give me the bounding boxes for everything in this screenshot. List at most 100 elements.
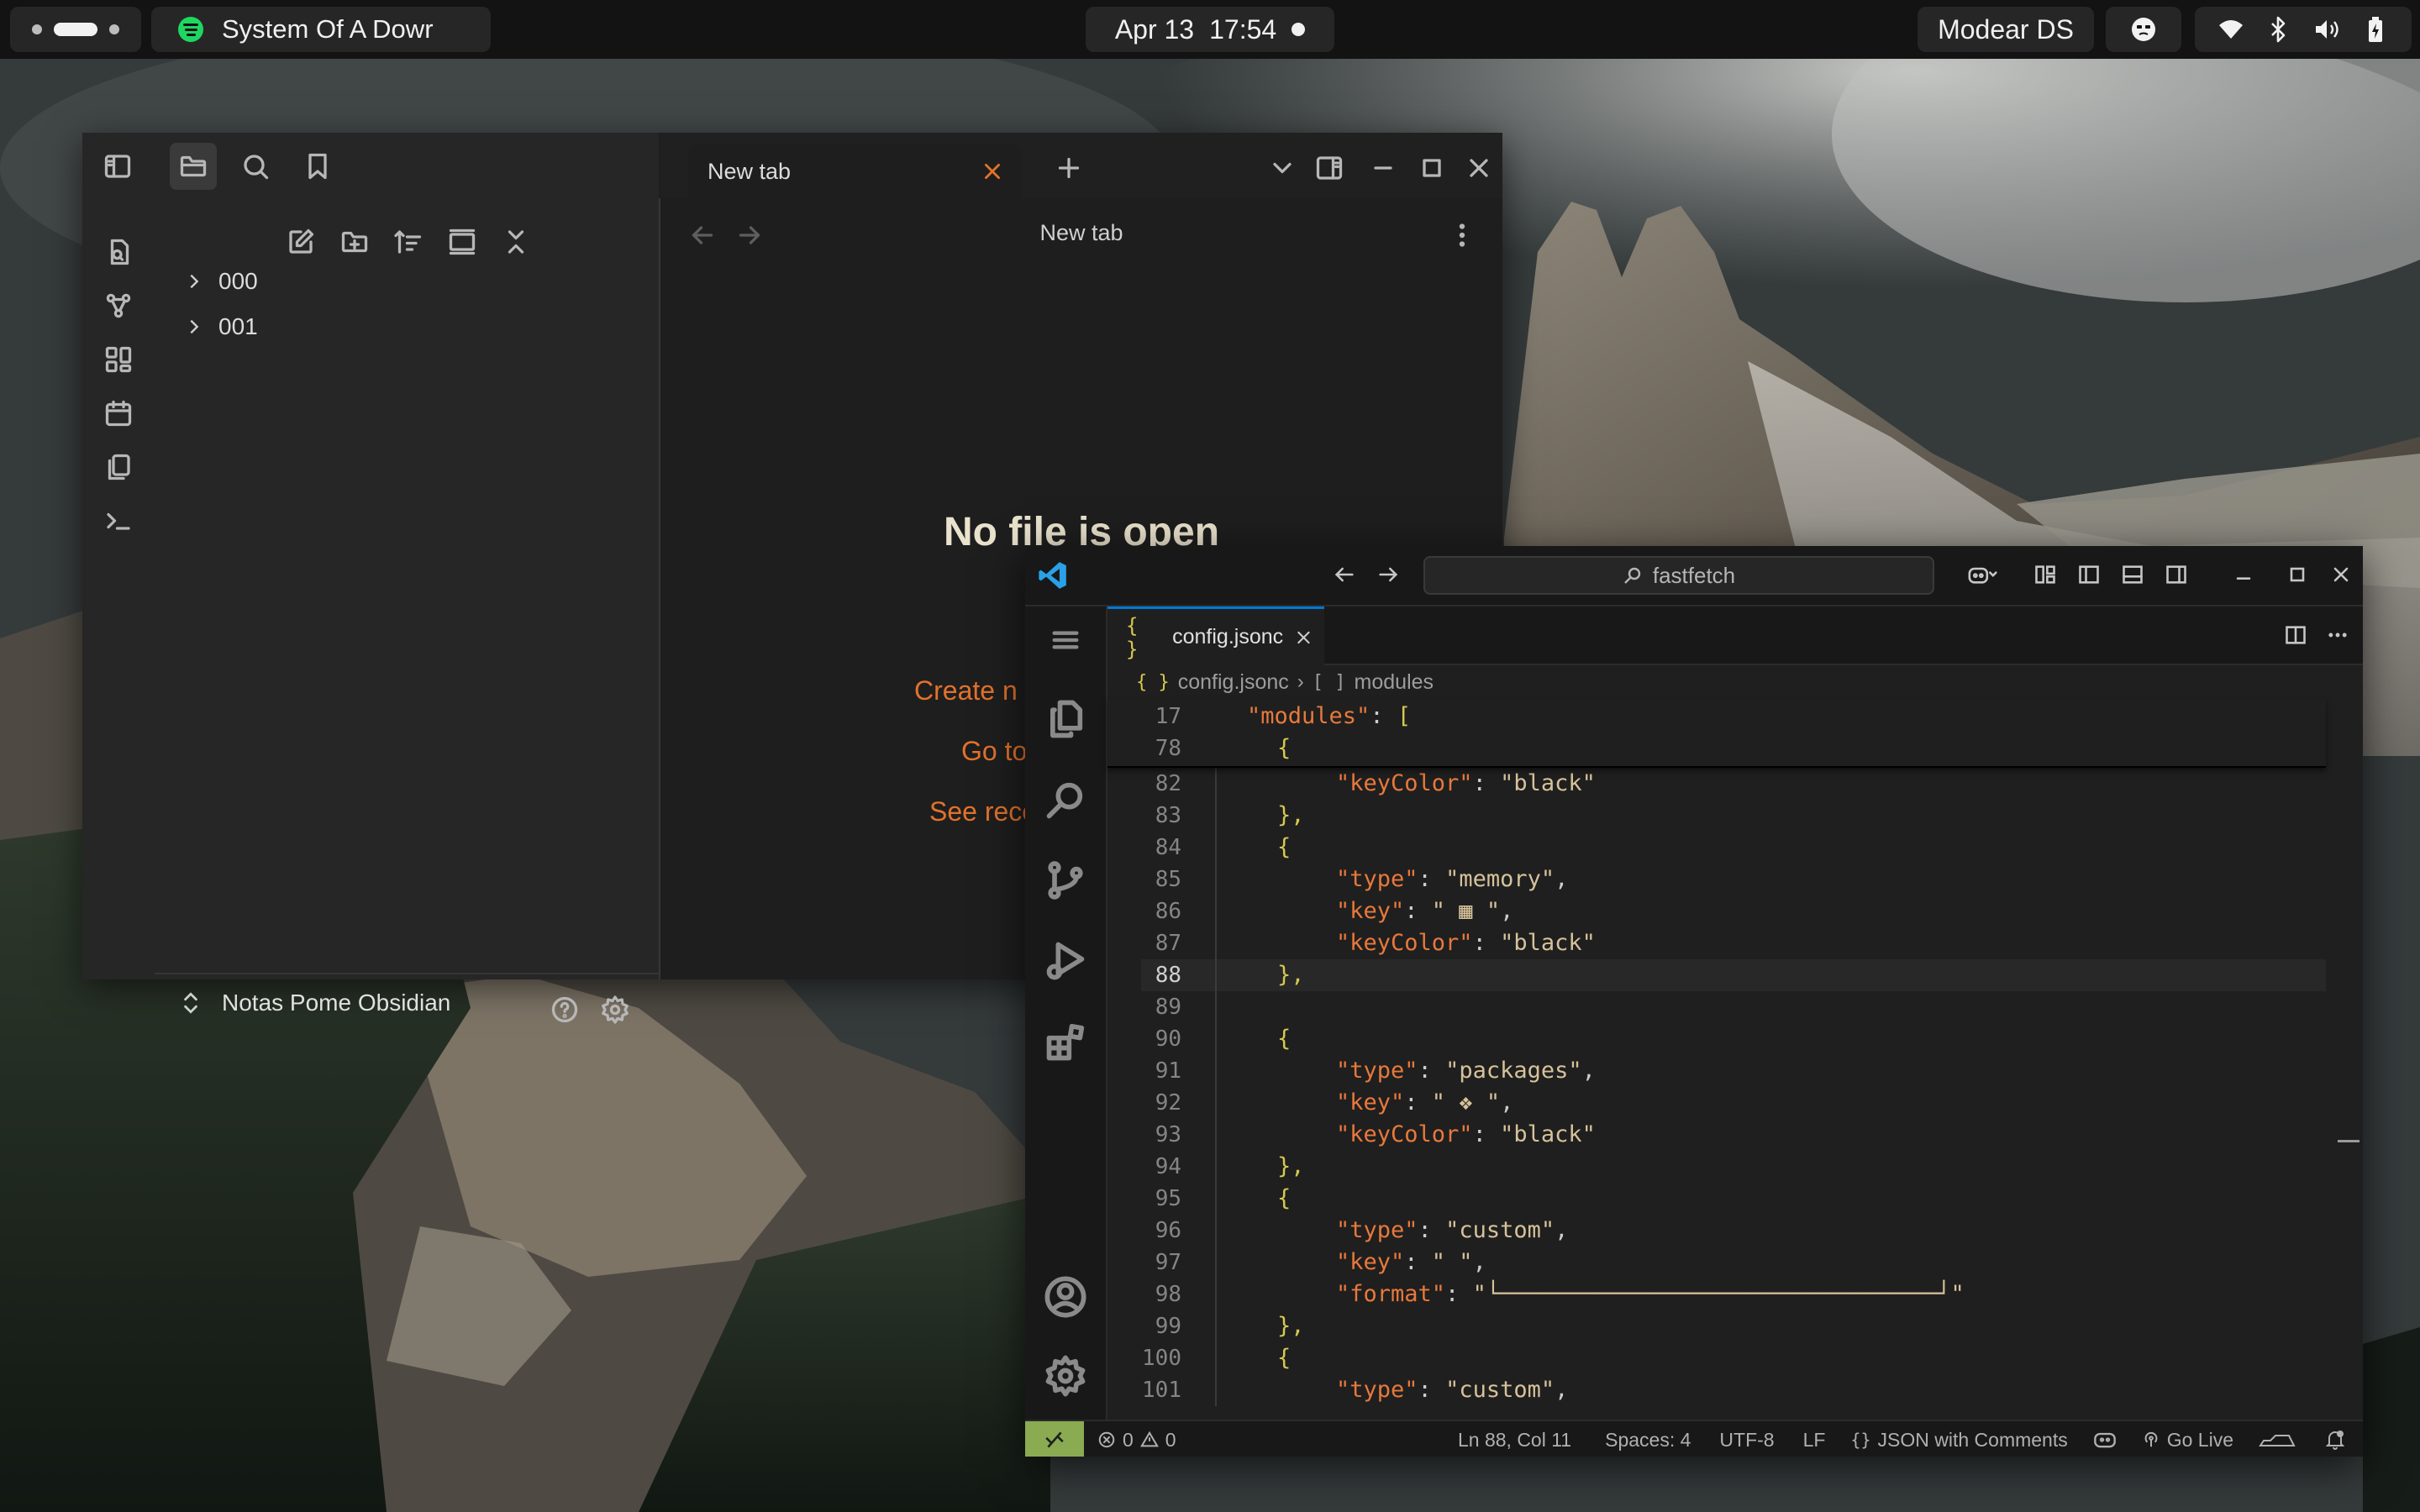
calendar-icon[interactable] bbox=[95, 390, 142, 437]
manage-gear-icon[interactable] bbox=[1040, 1351, 1091, 1401]
new-note-icon[interactable] bbox=[277, 218, 324, 265]
toggle-sidebar-icon[interactable] bbox=[94, 143, 141, 190]
canvas-icon[interactable] bbox=[95, 336, 142, 383]
new-tab-icon[interactable] bbox=[1045, 144, 1092, 192]
code-token: "type" bbox=[1336, 866, 1418, 892]
toggle-right-sidebar-icon[interactable] bbox=[1306, 144, 1353, 192]
problems-indicator[interactable]: 0 0 bbox=[1097, 1429, 1176, 1452]
remote-indicator[interactable] bbox=[1025, 1421, 1084, 1457]
go-to-file-link[interactable]: Go to bbox=[961, 736, 1027, 767]
go-live-button[interactable]: Go Live bbox=[2142, 1429, 2233, 1452]
nav-forward-icon[interactable] bbox=[1371, 558, 1405, 591]
toggle-panel-icon[interactable] bbox=[2116, 558, 2149, 591]
code-token: "custom" bbox=[1445, 1377, 1555, 1403]
mood-widget[interactable] bbox=[2106, 7, 2181, 52]
workspace-active[interactable] bbox=[54, 23, 97, 36]
code-line: 93 "keyColor": "black" bbox=[1107, 1119, 2326, 1151]
accounts-icon[interactable] bbox=[1040, 1272, 1091, 1322]
language-label: JSON with Comments bbox=[1877, 1428, 2068, 1451]
minimize-icon[interactable] bbox=[2227, 558, 2260, 591]
code-token: }, bbox=[1277, 1313, 1305, 1339]
breadcrumb-symbol[interactable]: modules bbox=[1355, 670, 1434, 695]
folder-icon[interactable] bbox=[170, 143, 217, 190]
code-text: "keyColor": "black" bbox=[1336, 1119, 1596, 1151]
folder-item[interactable]: 000 bbox=[185, 260, 258, 302]
bluetooth-icon[interactable] bbox=[2265, 15, 2293, 44]
braces-icon: {} bbox=[1850, 1430, 1871, 1450]
window-close-icon[interactable] bbox=[1455, 144, 1502, 192]
window-close-icon[interactable] bbox=[2324, 558, 2358, 591]
maximize-icon[interactable] bbox=[1408, 144, 1455, 192]
new-folder-icon[interactable] bbox=[331, 218, 378, 265]
volume-icon[interactable] bbox=[2313, 15, 2342, 44]
line-number: 93 bbox=[1155, 1122, 1181, 1147]
extensions-icon[interactable] bbox=[1040, 1016, 1091, 1067]
search-icon bbox=[1624, 567, 1641, 584]
menu-icon[interactable] bbox=[1040, 615, 1091, 665]
array-symbol-icon: [ ] bbox=[1312, 671, 1346, 693]
sticky-scroll: 17 "modules": [78{ bbox=[1107, 699, 2326, 768]
indent-guide bbox=[1215, 800, 1217, 832]
help-icon[interactable] bbox=[541, 986, 588, 1033]
code-token: , bbox=[1555, 1377, 1569, 1403]
indentation[interactable]: Spaces: 4 bbox=[1605, 1429, 1691, 1452]
source-control-icon[interactable] bbox=[1040, 855, 1091, 906]
graph-icon[interactable] bbox=[95, 282, 142, 329]
toggle-primary-sidebar-icon[interactable] bbox=[2072, 558, 2106, 591]
create-note-link[interactable]: Create n bbox=[914, 675, 1018, 706]
port-icon[interactable] bbox=[2259, 1431, 2296, 1449]
maximize-icon[interactable] bbox=[2281, 558, 2314, 591]
wifi-icon[interactable] bbox=[2217, 15, 2245, 44]
search-icon[interactable] bbox=[1040, 774, 1091, 825]
sort-icon[interactable] bbox=[385, 218, 432, 265]
clock-widget[interactable]: Apr 13 17:54 bbox=[1086, 7, 1334, 52]
cursor-position[interactable]: Ln 88, Col 11 bbox=[1458, 1429, 1571, 1452]
language-mode[interactable]: {} JSON with Comments bbox=[1850, 1429, 2067, 1452]
nav-back-icon[interactable] bbox=[1328, 558, 1361, 591]
workspace-dot[interactable] bbox=[109, 24, 119, 34]
folder-item[interactable]: 001 bbox=[185, 306, 258, 348]
terminal-icon[interactable] bbox=[95, 497, 142, 544]
close-icon[interactable] bbox=[1295, 628, 1313, 647]
encoding[interactable]: UTF-8 bbox=[1719, 1429, 1774, 1452]
split-editor-icon[interactable] bbox=[2279, 618, 2312, 652]
code-editor[interactable]: 17 "modules": [78{ 82 "keyColor": "black" 8… bbox=[1107, 699, 2363, 1420]
tab-config-jsonc[interactable]: { } config.jsonc bbox=[1107, 606, 1324, 665]
see-recent-link[interactable]: See rece bbox=[929, 796, 1037, 827]
workspace-dot[interactable] bbox=[32, 24, 42, 34]
close-icon[interactable] bbox=[981, 160, 1003, 182]
code-text: }, bbox=[1277, 1151, 1305, 1183]
command-center-search[interactable]: fastfetch bbox=[1423, 556, 1934, 595]
code-token: : bbox=[1472, 1121, 1501, 1147]
templates-icon[interactable] bbox=[95, 444, 142, 491]
collapse-all-icon[interactable] bbox=[492, 218, 539, 265]
code-token: { bbox=[1277, 1345, 1292, 1371]
code-token: "memory" bbox=[1445, 866, 1555, 892]
breadcrumb-file[interactable]: config.jsonc bbox=[1178, 670, 1289, 695]
media-widget[interactable]: System Of A Dowr bbox=[151, 7, 491, 52]
vault-switcher[interactable]: Notas Pome Obsidian bbox=[180, 990, 450, 1016]
explorer-icon[interactable] bbox=[1040, 694, 1091, 744]
toggle-secondary-sidebar-icon[interactable] bbox=[2160, 558, 2193, 591]
run-debug-icon[interactable] bbox=[1040, 936, 1091, 986]
notifications-bell-icon[interactable] bbox=[2326, 1430, 2344, 1450]
battery-icon[interactable] bbox=[2361, 15, 2390, 44]
tab-new-tab[interactable]: New tab bbox=[687, 144, 1022, 198]
copilot-status-icon[interactable] bbox=[2093, 1430, 2117, 1450]
user-widget[interactable]: Modear DS bbox=[1918, 7, 2094, 52]
copilot-icon[interactable] bbox=[1953, 558, 2012, 591]
tab-list-chevron-down-icon[interactable] bbox=[1259, 144, 1306, 192]
quick-switch-icon[interactable] bbox=[95, 228, 142, 276]
tab-label: config.jsonc bbox=[1172, 625, 1284, 648]
bookmark-icon[interactable] bbox=[294, 143, 341, 190]
auto-reveal-icon[interactable] bbox=[439, 218, 486, 265]
more-actions-icon[interactable] bbox=[2321, 618, 2354, 652]
minimize-icon[interactable] bbox=[1360, 144, 1407, 192]
search-icon[interactable] bbox=[232, 143, 279, 190]
settings-icon[interactable] bbox=[592, 986, 639, 1033]
end-of-line[interactable]: LF bbox=[1803, 1429, 1826, 1452]
more-options-icon[interactable] bbox=[1439, 212, 1486, 259]
line-number: 101 bbox=[1142, 1378, 1181, 1403]
customize-layout-icon[interactable] bbox=[2028, 558, 2062, 591]
workspace-indicator[interactable] bbox=[10, 7, 141, 52]
